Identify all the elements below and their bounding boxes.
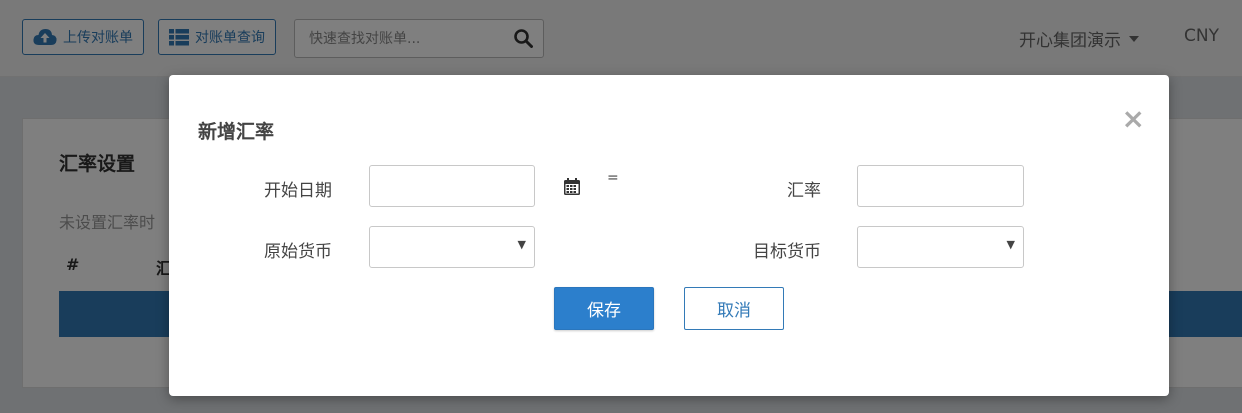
target-currency-label: 目标货币 <box>753 242 821 262</box>
cancel-button[interactable]: 取消 <box>684 287 784 330</box>
rate-input[interactable] <box>858 166 1052 206</box>
save-button[interactable]: 保存 <box>554 287 654 330</box>
caret-down-icon: ▼ <box>1006 238 1015 251</box>
equals-sign: = <box>607 170 619 186</box>
target-currency-select[interactable]: ▼ <box>857 226 1024 268</box>
rate-label: 汇率 <box>787 181 821 201</box>
calendar-icon[interactable] <box>564 177 580 195</box>
start-date-label: 开始日期 <box>264 181 332 201</box>
dialog-title: 新增汇率 <box>198 121 275 143</box>
source-currency-select[interactable]: ▼ <box>369 226 535 268</box>
start-date-input[interactable] <box>370 166 564 206</box>
add-exchange-rate-dialog: 新增汇率 × 开始日期 = 汇率 原始货币 ▼ 目标货币 ▼ 保存 取消 <box>169 75 1169 396</box>
start-date-field <box>369 165 580 207</box>
rate-field <box>857 165 1052 207</box>
close-icon[interactable]: × <box>1122 105 1145 133</box>
caret-down-icon: ▼ <box>517 238 526 251</box>
source-currency-label: 原始货币 <box>264 242 332 262</box>
